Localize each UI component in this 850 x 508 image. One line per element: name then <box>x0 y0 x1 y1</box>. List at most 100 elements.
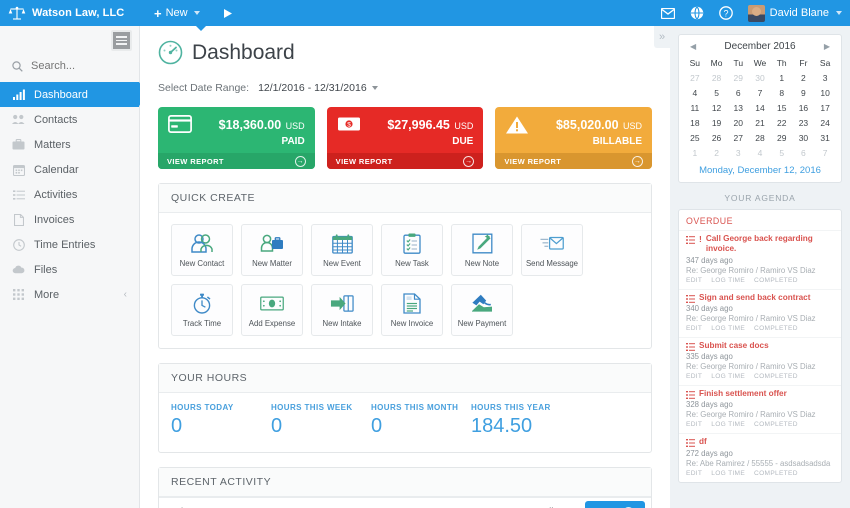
calendar-day[interactable]: 28 <box>706 71 728 84</box>
calendar-day[interactable]: 5 <box>771 146 793 159</box>
calendar-day[interactable]: 9 <box>793 86 815 99</box>
calendar-day[interactable]: 25 <box>684 131 706 144</box>
stat-card-billable[interactable]: $85,020.00 USD BILLABLE VIEW REPORT → <box>495 107 653 169</box>
calendar-day[interactable]: 22 <box>771 116 793 129</box>
calendar-day[interactable]: 11 <box>684 101 706 114</box>
agenda-action-completed[interactable]: COMPLETED <box>754 421 798 428</box>
agenda-action-edit[interactable]: EDIT <box>686 373 702 380</box>
calendar-day[interactable]: 19 <box>706 116 728 129</box>
calendar-day[interactable]: 4 <box>749 146 771 159</box>
stat-card-paid[interactable]: $18,360.00 USD PAID VIEW REPORT → <box>158 107 315 169</box>
agenda-action-log-time[interactable]: LOG TIME <box>711 373 745 380</box>
agenda-action-edit[interactable]: EDIT <box>686 470 702 477</box>
calendar-day[interactable]: 1 <box>771 71 793 84</box>
calendar-day[interactable]: 10 <box>814 86 836 99</box>
stat-card-footer[interactable]: VIEW REPORT → <box>158 153 315 169</box>
agenda-item[interactable]: Finish settlement offer 328 days ago Re:… <box>679 385 841 433</box>
date-range-selector[interactable]: 12/1/2016 - 12/31/2016 <box>258 82 378 94</box>
calendar-day[interactable]: 12 <box>706 101 728 114</box>
calendar-day[interactable]: 13 <box>727 101 749 114</box>
quick-create-new-intake[interactable]: New Intake <box>311 284 373 336</box>
stat-card-footer[interactable]: VIEW REPORT → <box>326 153 484 169</box>
agenda-action-edit[interactable]: EDIT <box>686 421 702 428</box>
agenda-item[interactable]: Sign and send back contract 340 days ago… <box>679 288 841 337</box>
agenda-item[interactable]: df 272 days ago Re: Abe Ramirez / 55555 … <box>679 433 841 481</box>
sidebar-item-matters[interactable]: Matters <box>0 132 139 157</box>
agenda-action-log-time[interactable]: LOG TIME <box>711 470 745 477</box>
user-menu[interactable]: David Blane <box>747 4 842 22</box>
calendar-day[interactable]: 7 <box>814 146 836 159</box>
calendar-day[interactable]: 29 <box>771 131 793 144</box>
quick-create-add-expense[interactable]: Add Expense <box>241 284 303 336</box>
agenda-action-edit[interactable]: EDIT <box>686 325 702 332</box>
quick-create-track-time[interactable]: Track Time <box>171 284 233 336</box>
calendar-day[interactable]: 30 <box>749 71 771 84</box>
quick-create-new-invoice[interactable]: New Invoice <box>381 284 443 336</box>
quick-create-send-message[interactable]: Send Message <box>521 224 583 276</box>
play-timer-button[interactable] <box>222 8 234 19</box>
calendar-day[interactable]: 16 <box>793 101 815 114</box>
calendar-day[interactable]: 14 <box>749 101 771 114</box>
calendar-day[interactable]: 1 <box>684 146 706 159</box>
stat-card-due[interactable]: $ $27,996.45 USD DUE VIEW REPORT → <box>326 107 484 169</box>
quick-create-new-matter[interactable]: New Matter <box>241 224 303 276</box>
calendar-day[interactable]: 15 <box>771 101 793 114</box>
sidebar-item-files[interactable]: Files <box>0 257 139 282</box>
calendar-day[interactable]: 23 <box>793 116 815 129</box>
calendar-day[interactable]: 17 <box>814 101 836 114</box>
agenda-action-completed[interactable]: COMPLETED <box>754 277 798 284</box>
agenda-action-completed[interactable]: COMPLETED <box>754 373 798 380</box>
quick-create-new-event[interactable]: New Event <box>311 224 373 276</box>
calendar-day[interactable]: 27 <box>684 71 706 84</box>
calendar-day[interactable]: 5 <box>706 86 728 99</box>
calendar-day[interactable]: 18 <box>684 116 706 129</box>
stat-card-footer[interactable]: VIEW REPORT → <box>495 153 653 169</box>
sidebar-item-more[interactable]: More ‹ <box>0 282 139 307</box>
sidebar-item-invoices[interactable]: Invoices <box>0 207 139 232</box>
quick-create-new-task[interactable]: New Task <box>381 224 443 276</box>
agenda-action-completed[interactable]: COMPLETED <box>754 325 798 332</box>
calendar-prev-button[interactable]: ◀ <box>688 42 698 51</box>
calendar-next-button[interactable]: ▶ <box>822 42 832 51</box>
calendar-day[interactable]: 26 <box>706 131 728 144</box>
right-panel-collapse-button[interactable]: » <box>654 26 670 48</box>
envelope-icon[interactable] <box>661 6 676 21</box>
calendar-day[interactable]: 7 <box>749 86 771 99</box>
sidebar-item-time-entries[interactable]: Time Entries <box>0 232 139 257</box>
calendar-day[interactable]: 3 <box>727 146 749 159</box>
question-circle-icon[interactable]: ? <box>719 6 734 21</box>
calendar-day[interactable]: 29 <box>727 71 749 84</box>
agenda-action-log-time[interactable]: LOG TIME <box>711 277 745 284</box>
calendar-day[interactable]: 2 <box>793 71 815 84</box>
sidebar-item-calendar[interactable]: Calendar <box>0 157 139 182</box>
search-input[interactable] <box>31 60 126 72</box>
agenda-action-completed[interactable]: COMPLETED <box>754 470 798 477</box>
sidebar-item-dashboard[interactable]: Dashboard <box>0 82 148 107</box>
sidebar-toggle-button[interactable] <box>111 30 132 51</box>
activity-input[interactable] <box>159 498 533 508</box>
brand[interactable]: Watson Law, LLC <box>0 5 140 21</box>
calendar-day[interactable]: 6 <box>727 86 749 99</box>
calendar-day[interactable]: 4 <box>684 86 706 99</box>
save-button[interactable]: Save → <box>585 501 645 508</box>
calendar-day[interactable]: 24 <box>814 116 836 129</box>
calendar-day[interactable]: 8 <box>771 86 793 99</box>
calendar-day[interactable]: 31 <box>814 131 836 144</box>
calendar-day[interactable]: 21 <box>749 116 771 129</box>
calendar-day[interactable]: 20 <box>727 116 749 129</box>
agenda-item[interactable]: Submit case docs 335 days ago Re: George… <box>679 336 841 385</box>
agenda-item[interactable]: ! Call George back regarding invoice. 34… <box>679 230 841 289</box>
quick-create-new-payment[interactable]: New Payment <box>451 284 513 336</box>
globe-icon[interactable] <box>690 6 705 21</box>
calendar-day[interactable]: 6 <box>793 146 815 159</box>
calendar-day[interactable]: 30 <box>793 131 815 144</box>
new-button[interactable]: + New <box>154 7 200 20</box>
calendar-day[interactable]: 27 <box>727 131 749 144</box>
agenda-action-log-time[interactable]: LOG TIME <box>711 325 745 332</box>
quick-create-new-note[interactable]: New Note <box>451 224 513 276</box>
quick-create-new-contact[interactable]: New Contact <box>171 224 233 276</box>
agenda-action-edit[interactable]: EDIT <box>686 277 702 284</box>
calendar-day[interactable]: 2 <box>706 146 728 159</box>
calendar-day[interactable]: 28 <box>749 131 771 144</box>
agenda-action-log-time[interactable]: LOG TIME <box>711 421 745 428</box>
